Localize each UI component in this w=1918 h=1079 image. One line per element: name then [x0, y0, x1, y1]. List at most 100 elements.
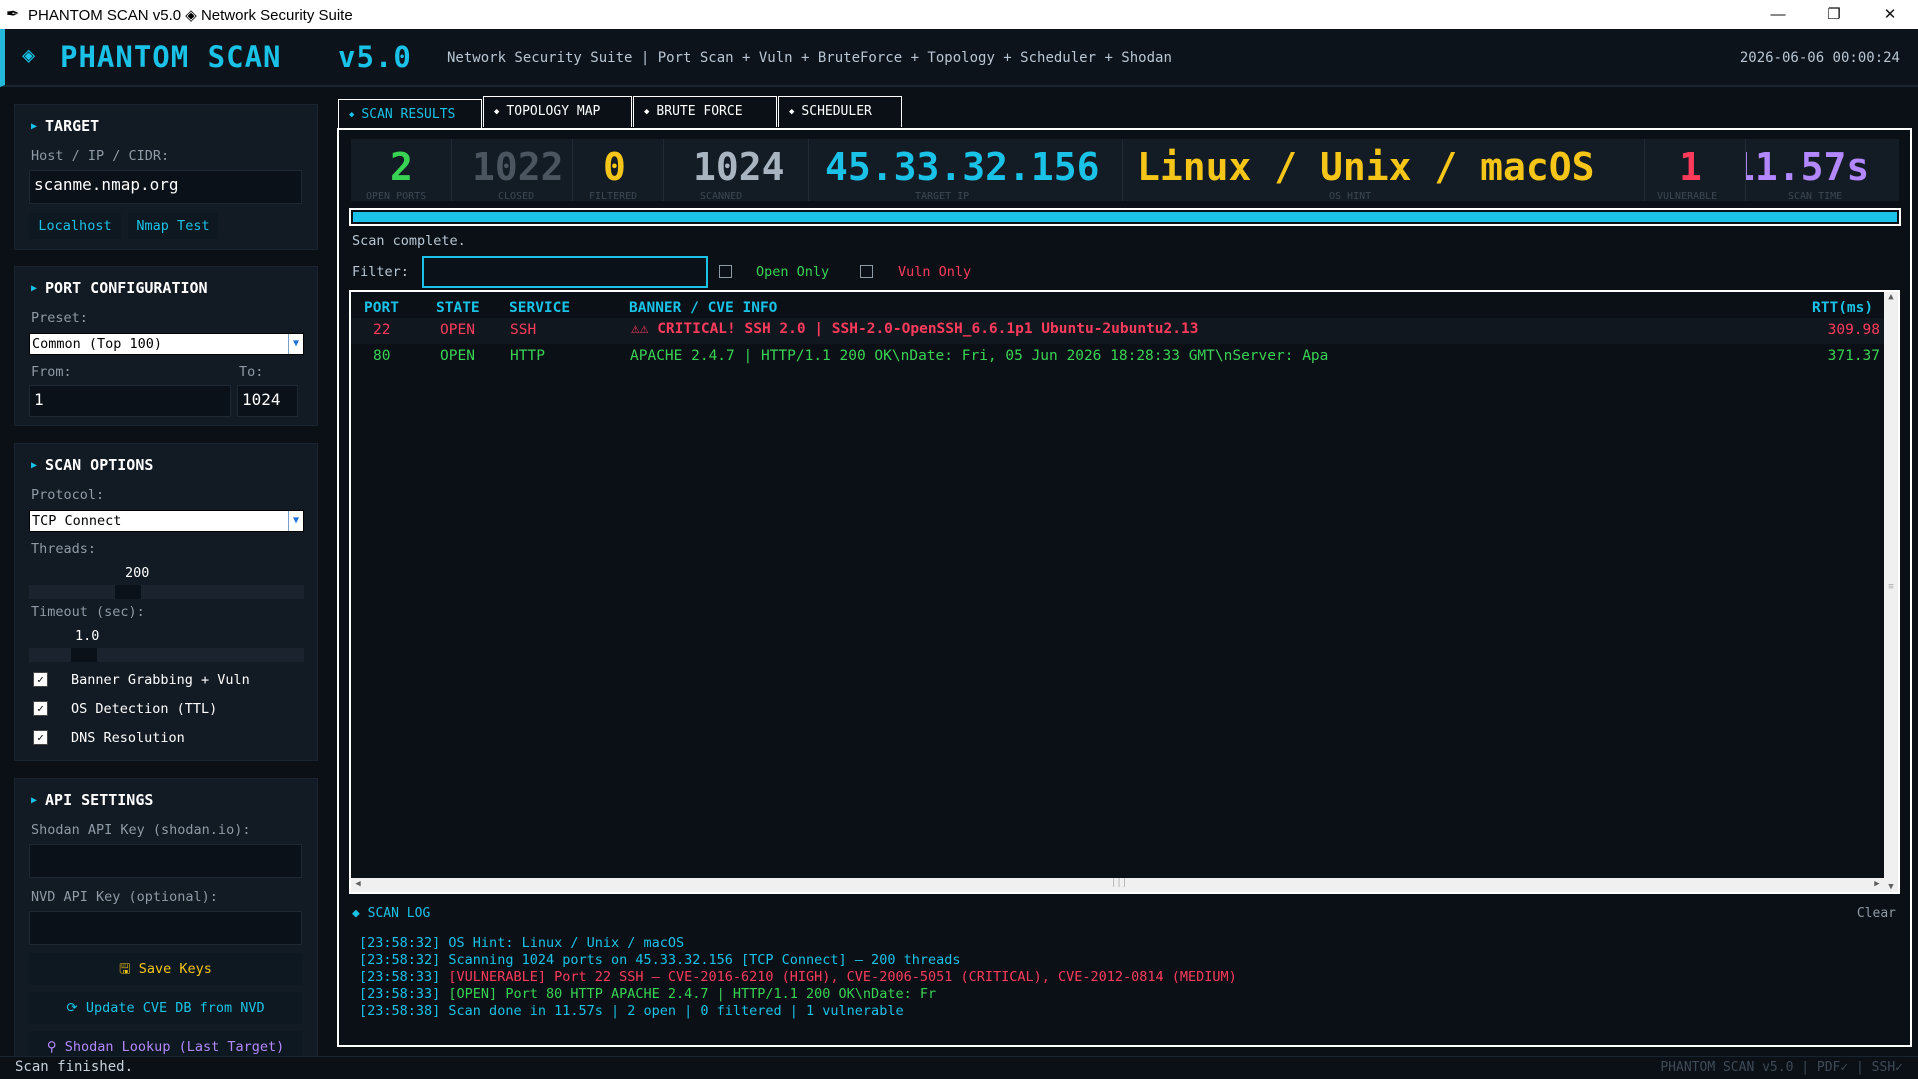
- log-time: [23:58:33]: [359, 986, 441, 1002]
- scan-log-title: ◆ SCAN LOG: [352, 906, 430, 921]
- banner-checkbox[interactable]: ✓: [33, 672, 48, 687]
- shodan-lookup-label: Shodan Lookup (Last Target): [64, 1039, 285, 1055]
- protocol-value: TCP Connect: [32, 513, 122, 529]
- row-service: SSH: [510, 322, 537, 338]
- threads-slider-handle[interactable]: [115, 585, 141, 599]
- to-port-input[interactable]: 1024: [237, 385, 298, 417]
- column-header-rtt[interactable]: RTT(ms): [1812, 300, 1873, 316]
- floppy-icon: 🖫: [119, 961, 139, 977]
- tab-scheduler-label: SCHEDULER: [801, 104, 872, 119]
- column-header-service[interactable]: SERVICE: [509, 300, 570, 316]
- stat-vulnerable-value: 1: [1679, 145, 1702, 189]
- nmap-test-button[interactable]: Nmap Test: [128, 213, 218, 239]
- log-text: [VULNERABLE] Port 22 SSH — CVE-2016-6210…: [448, 969, 1237, 985]
- shodan-key-input[interactable]: [29, 844, 302, 878]
- banner-label: Banner Grabbing + Vuln: [71, 672, 250, 688]
- scan-status-text: Scan complete.: [352, 233, 466, 249]
- row-state: OPEN: [440, 348, 475, 364]
- table-row[interactable]: 22 OPEN SSH ⚠⚠ CRITICAL! SSH 2.0 | SSH-2…: [351, 318, 1884, 344]
- minimize-button[interactable]: —: [1750, 0, 1806, 29]
- tab-topology-map[interactable]: ◆ TOPOLOGY MAP: [483, 96, 632, 127]
- diamond-icon: ◆: [349, 110, 355, 120]
- port-config-title: ▶ PORT CONFIGURATION: [31, 279, 208, 297]
- api-settings-title: ▶ API SETTINGS: [31, 791, 153, 809]
- dns-checkbox[interactable]: ✓: [33, 730, 48, 745]
- vertical-scrollbar[interactable]: ▲ ≡ ▼: [1884, 292, 1898, 892]
- api-settings-panel: ▶ API SETTINGS Shodan API Key (shodan.io)…: [14, 778, 318, 1058]
- close-button[interactable]: ✕: [1862, 0, 1918, 29]
- threads-label: Threads:: [31, 541, 97, 557]
- stats-bar: 2 OPEN PORTS 1022 CLOSED 0 FILTERED 1024…: [351, 139, 1899, 201]
- chevron-down-icon[interactable]: ▼: [288, 334, 303, 354]
- port-config-panel: ▶ PORT CONFIGURATION Preset: Common (Top …: [14, 266, 318, 426]
- host-label: Host / IP / CIDR:: [31, 148, 170, 164]
- row-rtt: 309.98: [1827, 322, 1880, 338]
- target-panel: ▶ TARGET Host / IP / CIDR: scanme.nmap.or…: [14, 104, 318, 250]
- triangle-icon: ▶: [31, 283, 38, 294]
- log-time: [23:58:38]: [359, 1003, 441, 1019]
- vuln-only-label: Vuln Only: [898, 264, 972, 280]
- save-keys-button[interactable]: 🖫 Save Keys: [29, 953, 302, 985]
- scroll-left-icon[interactable]: ◀: [351, 879, 365, 889]
- column-header-banner[interactable]: BANNER / CVE INFO: [629, 300, 777, 316]
- scroll-right-icon[interactable]: ▶: [1870, 879, 1884, 889]
- triangle-icon: ▶: [31, 121, 38, 132]
- refresh-icon: ⟳: [66, 1000, 86, 1016]
- stat-scan-time-value: 11.57s: [1746, 145, 1870, 189]
- tab-topology-map-label: TOPOLOGY MAP: [506, 104, 601, 119]
- clear-log-button[interactable]: Clear: [1857, 906, 1896, 921]
- update-cve-button[interactable]: ⟳ Update CVE DB from NVD: [29, 992, 302, 1024]
- vuln-only-checkbox[interactable]: [860, 265, 873, 278]
- stat-target-ip: 45.33.32.156 TARGET IP: [809, 139, 1100, 201]
- tab-scan-results[interactable]: ◆ SCAN RESULTS: [338, 99, 482, 130]
- log-time: [23:58:32]: [359, 935, 441, 951]
- window-title: PHANTOM SCAN v5.0 ◈ Network Security Sui…: [28, 7, 353, 24]
- restore-button[interactable]: ❐: [1806, 0, 1862, 29]
- protocol-label: Protocol:: [31, 487, 105, 503]
- timeout-slider[interactable]: [29, 648, 304, 662]
- to-label: To:: [239, 364, 264, 380]
- threads-value: 200: [125, 565, 150, 581]
- os-detection-checkbox[interactable]: ✓: [33, 701, 48, 716]
- diamond-icon: ◆: [644, 107, 650, 117]
- open-only-checkbox[interactable]: [719, 265, 732, 278]
- stat-closed-value: 1022: [472, 145, 564, 189]
- scan-progress-bar: [349, 208, 1901, 226]
- scroll-down-icon[interactable]: ▼: [1884, 882, 1898, 892]
- localhost-button[interactable]: Localhost: [29, 213, 121, 239]
- stat-target-ip-label: TARGET IP: [915, 191, 970, 201]
- os-detection-label: OS Detection (TTL): [71, 701, 218, 717]
- scan-log-title-text: SCAN LOG: [367, 906, 431, 921]
- warning-icon: ⚠⚠: [631, 321, 658, 337]
- from-port-input[interactable]: 1: [29, 385, 231, 417]
- window-titlebar: ✒ PHANTOM SCAN v5.0 ◈ Network Security S…: [0, 0, 1918, 30]
- stat-open-label: OPEN PORTS: [366, 191, 427, 201]
- scroll-grip-icon[interactable]: ≡: [1884, 582, 1898, 592]
- filter-input[interactable]: [422, 256, 708, 288]
- threads-slider[interactable]: [29, 585, 304, 599]
- stat-vulnerable-label: VULNERABLE: [1657, 191, 1718, 201]
- shodan-lookup-button[interactable]: ⚲ Shodan Lookup (Last Target): [29, 1031, 302, 1057]
- app-version: v5.0: [338, 40, 412, 74]
- target-title-text: TARGET: [45, 117, 100, 135]
- table-row[interactable]: 80 OPEN HTTP APACHE 2.4.7 | HTTP/1.1 200…: [351, 344, 1884, 370]
- column-header-port[interactable]: PORT: [364, 300, 399, 316]
- tab-brute-force[interactable]: ◆ BRUTE FORCE: [633, 96, 777, 127]
- tab-scheduler[interactable]: ◆ SCHEDULER: [778, 96, 902, 127]
- stat-scanned-value: 1024: [693, 145, 785, 189]
- scroll-up-icon[interactable]: ▲: [1884, 292, 1898, 302]
- row-banner: ⚠⚠ CRITICAL! SSH 2.0 | SSH-2.0-OpenSSH_6…: [631, 321, 1198, 337]
- stat-os-hint-value: Linux / Unix / macOS: [1137, 145, 1595, 189]
- chevron-down-icon[interactable]: ▼: [288, 511, 303, 531]
- scan-options-title-text: SCAN OPTIONS: [45, 456, 154, 474]
- api-settings-title-text: API SETTINGS: [45, 791, 154, 809]
- protocol-select[interactable]: TCP Connect ▼: [29, 510, 304, 532]
- preset-select[interactable]: Common (Top 100) ▼: [29, 333, 304, 355]
- nvd-key-input[interactable]: [29, 911, 302, 945]
- host-input[interactable]: scanme.nmap.org: [29, 170, 302, 204]
- diamond-icon: ◆: [494, 107, 500, 117]
- timeout-slider-handle[interactable]: [71, 648, 97, 662]
- column-header-state[interactable]: STATE: [436, 300, 480, 316]
- horizontal-scrollbar[interactable]: ◀ ||| ▶: [351, 878, 1884, 892]
- scroll-grip-icon[interactable]: |||: [1111, 878, 1127, 888]
